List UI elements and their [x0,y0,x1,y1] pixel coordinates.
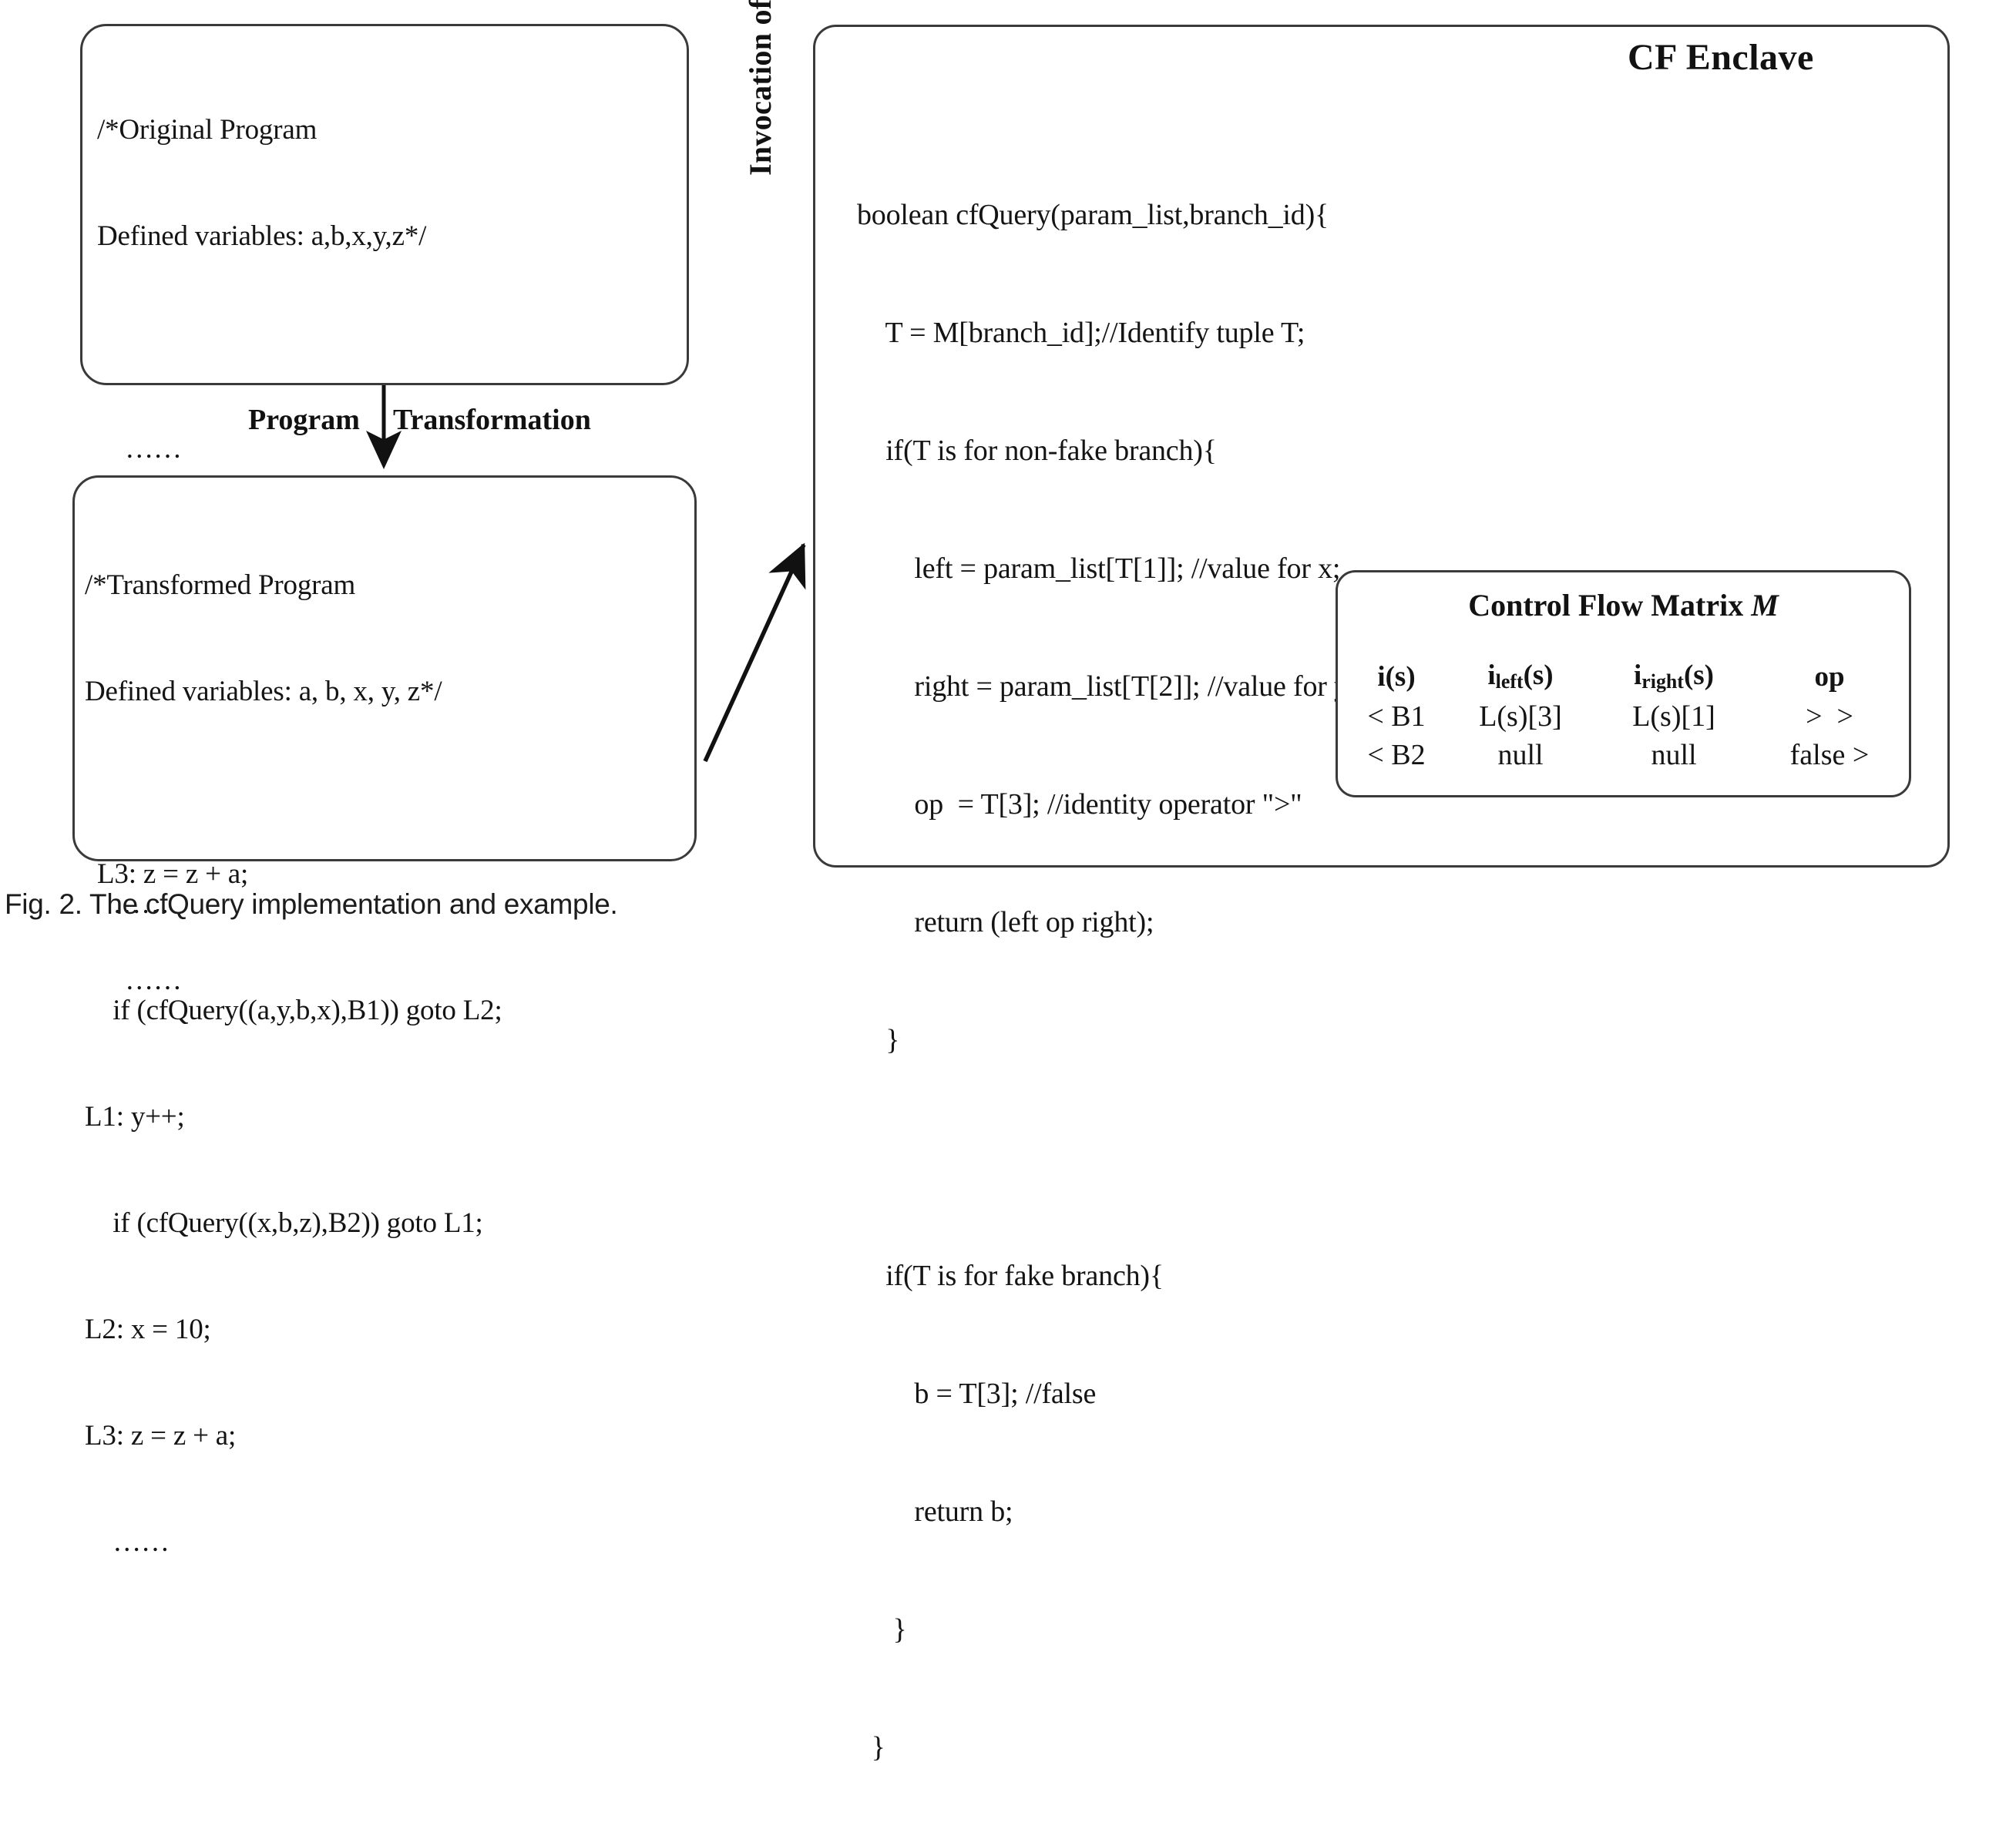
invocation-of-cfquery-label: Invocation of cfQuery [743,0,778,176]
code-line: } [857,1024,900,1056]
code-line: if (cfQuery((x,b,z),B2)) goto L1; [85,1207,483,1239]
transformation-label-program: Program [248,404,360,436]
code-line: Defined variables: a,b,x,y,z*/ [97,220,427,252]
code-line: } [857,1613,907,1646]
control-flow-matrix-title: Control Flow Matrix M [1336,587,1911,623]
figure-root: /*Original Program Defined variables: a,… [0,0,2016,1764]
code-line: if (cfQuery((a,y,b,x),B1)) goto L2; [85,995,502,1026]
cell-op: false > [1789,739,1870,771]
invocation-arrow [703,542,806,763]
column-header-is: i(s) [1377,660,1416,693]
code-line: b = T[3]; //false [857,1378,1097,1410]
code-line: if(T is for non-fake branch){ [857,435,1217,467]
code-line: T = M[branch_id];//Identify tuple T; [857,317,1305,349]
cell-is: < B1 [1367,700,1426,733]
cell-iright: null [1651,739,1697,771]
code-line: L2: x = 10; [85,1314,211,1345]
cell-iright: L(s)[1] [1632,700,1715,733]
code-line: left = param_list[T[1]]; //value for x; [857,552,1341,585]
cf-enclave-code: boolean cfQuery(param_list,branch_id){ T… [857,117,1356,1846]
table-row: < B2 null null false > [1344,736,1903,774]
column-header-ileft: ileft(s) [1487,660,1554,693]
cfm-title-symbol: M [1751,588,1779,623]
cell-is: < B2 [1367,739,1426,771]
table-row: < B1 L(s)[3] L(s)[1] > > [1344,697,1903,736]
control-flow-matrix-table: i(s) ileft(s) iright(s) op < B1 L(s)[3] … [1344,656,1903,774]
transformation-label-transformation: Transformation [393,404,591,436]
transformed-program-code: /*Transformed Program Defined variables:… [85,497,502,1631]
cell-ileft: null [1497,739,1544,771]
code-line: /*Original Program [97,114,318,146]
cf-enclave-title: CF Enclave [1628,37,1814,78]
code-line: L3: z = z + a; [85,1420,237,1452]
code-line: right = param_list[T[2]]; //value for y; [857,670,1357,703]
code-line: } [857,1731,885,1764]
code-line: if(T is for fake branch){ [857,1260,1164,1292]
cell-op: > > [1806,700,1853,733]
code-line: op = T[3]; //identity operator ">" [857,788,1302,821]
column-header-op: op [1814,660,1845,693]
code-line: L1: y++; [85,1101,185,1133]
code-line: boolean cfQuery(param_list,branch_id){ [857,199,1329,231]
figure-caption: Fig. 2. The cfQuery implementation and e… [5,888,618,920]
code-line: Defined variables: a, b, x, y, z*/ [85,676,442,707]
code-line: …… [85,1526,170,1558]
column-header-iright: iright(s) [1634,660,1714,693]
cfm-title-text: Control Flow Matrix [1468,588,1744,623]
code-line: return b; [857,1495,1013,1528]
code-line: /*Transformed Program [85,569,356,601]
cell-ileft: L(s)[3] [1479,700,1562,733]
table-header-row: i(s) ileft(s) iright(s) op [1344,656,1903,697]
code-line: return (left op right); [857,906,1154,938]
